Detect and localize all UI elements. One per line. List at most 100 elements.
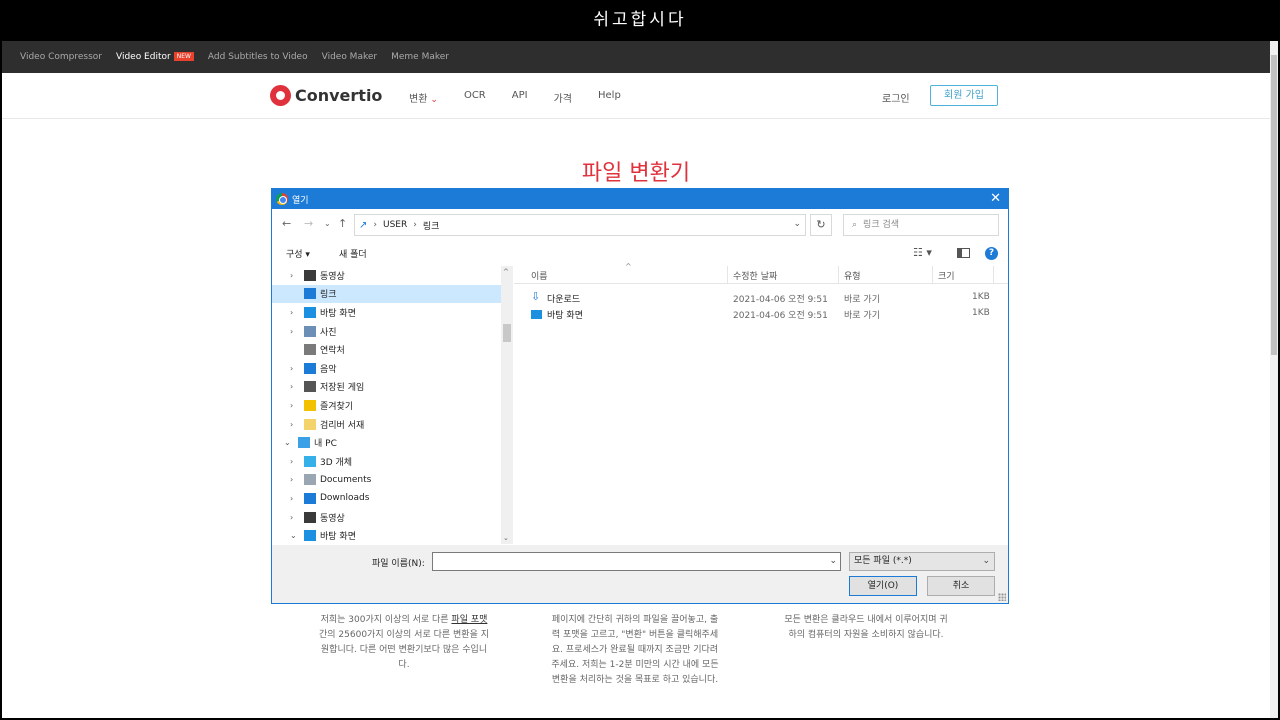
scroll-up-icon[interactable]: ^	[503, 268, 509, 276]
promo-add-subtitles[interactable]: Add Subtitles to Video	[208, 52, 308, 62]
column-date[interactable]: 수정한 날짜	[733, 269, 777, 282]
promo-video-editor[interactable]: Video Editor NEW	[116, 52, 194, 62]
chevron-right-icon[interactable]: ›	[290, 327, 293, 336]
page-scrollbar-thumb[interactable]	[1271, 55, 1277, 355]
page-scrollbar[interactable]	[1270, 41, 1278, 718]
3d-icon	[304, 455, 316, 467]
search-input[interactable]: ⌕ 링크 검색	[843, 214, 999, 236]
file-size: 1KB	[972, 308, 990, 318]
tree-item[interactable]: › 3D 개체	[272, 452, 513, 471]
column-divider[interactable]	[727, 266, 728, 284]
chevron-right-icon[interactable]: ›	[290, 271, 293, 280]
tree-item[interactable]: ⌄ 내 PC	[272, 433, 513, 452]
organize-button[interactable]: 구성 ▾	[286, 247, 310, 260]
forward-arrow-icon[interactable]: →	[304, 217, 313, 230]
chevron-right-icon[interactable]: ›	[290, 420, 293, 429]
chevron-down-icon[interactable]: ⌄	[284, 438, 291, 447]
preview-pane-icon[interactable]	[957, 248, 970, 258]
convertio-logo[interactable]: Convertio	[270, 85, 382, 106]
file-row[interactable]: 바탕 화면 2021-04-06 오전 9:51 바로 가기 1KB	[514, 306, 1008, 322]
logo-text: Convertio	[295, 86, 383, 105]
up-arrow-icon[interactable]: ↑	[338, 217, 347, 230]
chevron-down-icon[interactable]: ⌄	[793, 219, 801, 229]
promo-video-maker[interactable]: Video Maker	[322, 52, 378, 62]
tree-scrollbar-thumb[interactable]	[503, 324, 511, 342]
tree-item[interactable]: › 사진	[272, 322, 513, 341]
filename-input[interactable]: ⌄	[432, 552, 841, 571]
tree-item[interactable]: › Downloads	[272, 489, 513, 508]
file-type-filter[interactable]: 모든 파일 (*.*) ⌄	[849, 552, 995, 571]
chevron-right-icon[interactable]: ›	[290, 382, 293, 391]
tree-item[interactable]: 연락처	[272, 340, 513, 359]
help-icon[interactable]: ?	[985, 247, 998, 260]
promo-meme-maker[interactable]: Meme Maker	[391, 52, 449, 62]
close-icon[interactable]: ✕	[990, 191, 1001, 206]
scroll-down-icon[interactable]: ⌄	[503, 534, 509, 542]
file-list-header: 이름 ^ 수정한 날짜 유형 크기	[514, 262, 1008, 284]
desktop-shortcut-icon	[531, 310, 542, 319]
tree-item[interactable]: › 동영상	[272, 508, 513, 527]
desktop-icon	[304, 530, 316, 542]
pictures-icon	[304, 325, 316, 337]
chevron-right-icon[interactable]: ›	[290, 494, 293, 503]
breadcrumb-user[interactable]: USER	[383, 220, 407, 230]
column-divider[interactable]	[932, 266, 933, 284]
tree-item[interactable]: › 음악	[272, 359, 513, 378]
nav-pricing[interactable]: 가격	[554, 90, 572, 105]
file-row[interactable]: ⇩ 다운로드 2021-04-06 오전 9:51 바로 가기 1KB	[514, 290, 1008, 306]
tree-item-label: 내 PC	[314, 439, 337, 450]
file-formats-link[interactable]: 파일 포맷	[451, 615, 487, 625]
chevron-right-icon[interactable]: ›	[290, 513, 293, 522]
tree-item[interactable]: › 바탕 화면	[272, 303, 513, 322]
tree-item-label: 사진	[320, 327, 337, 338]
column-divider[interactable]	[838, 266, 839, 284]
promo-video-compressor[interactable]: Video Compressor	[20, 52, 102, 62]
games-icon	[304, 381, 316, 393]
file-type: 바로 가기	[844, 311, 880, 321]
login-link[interactable]: 로그인	[882, 90, 910, 105]
sort-ascending-icon: ^	[625, 262, 632, 271]
address-row: ← → ⌄ ↑ ↗ › USER › 링크 ⌄ ↻ ⌕ 링크 검색	[272, 214, 1008, 236]
tree-item[interactable]: › 즐겨찾기	[272, 396, 513, 415]
chevron-right-icon[interactable]: ›	[290, 364, 293, 373]
column-type[interactable]: 유형	[844, 269, 861, 282]
tree-item[interactable]: › 동영상	[272, 266, 513, 285]
address-bar[interactable]: ↗ › USER › 링크 ⌄	[354, 214, 806, 236]
tree-item[interactable]: ⌄ 바탕 화면	[272, 526, 513, 544]
resize-grip-icon[interactable]	[998, 593, 1006, 601]
chevron-down-icon[interactable]: ⌄	[290, 531, 297, 540]
open-button[interactable]: 열기(O)	[849, 576, 917, 596]
file-date: 2021-04-06 오전 9:51	[733, 311, 828, 321]
tree-item[interactable]: › 저장된 게임	[272, 378, 513, 397]
video-icon	[304, 269, 316, 281]
file-name: 다운로드	[547, 295, 581, 305]
nav-help[interactable]: Help	[598, 90, 621, 105]
column-name[interactable]: 이름	[531, 269, 548, 282]
column-divider[interactable]	[993, 266, 994, 284]
refresh-icon[interactable]: ↻	[810, 214, 832, 236]
breadcrumb-separator-icon: ›	[373, 220, 377, 230]
column-size[interactable]: 크기	[938, 269, 955, 282]
tree-item[interactable]: › Documents	[272, 471, 513, 490]
chevron-down-icon[interactable]: ⌄	[829, 556, 837, 566]
breadcrumb-links[interactable]: 링크	[423, 219, 440, 232]
chevron-right-icon[interactable]: ›	[290, 401, 293, 410]
chevron-right-icon[interactable]: ›	[290, 457, 293, 466]
signup-button[interactable]: 회원 가입	[930, 85, 998, 106]
tree-item[interactable]: 링크	[272, 284, 513, 304]
recent-dropdown-icon[interactable]: ⌄	[324, 219, 331, 228]
feature-cloud: 모든 변환은 클라우드 내에서 이루어지며 귀하의 컴퓨터의 자원을 소비하지 …	[784, 615, 948, 640]
tree-item-label: 바탕 화면	[320, 532, 356, 543]
chevron-right-icon[interactable]: ›	[290, 308, 293, 317]
cancel-button[interactable]: 취소	[927, 576, 995, 596]
nav-api[interactable]: API	[512, 90, 528, 105]
back-arrow-icon[interactable]: ←	[282, 217, 291, 230]
view-options-icon[interactable]: ☷ ▾	[913, 246, 932, 259]
tree-scrollbar[interactable]: ^ ⌄	[501, 266, 513, 544]
nav-ocr[interactable]: OCR	[464, 90, 486, 105]
chevron-right-icon[interactable]: ›	[290, 475, 293, 484]
tree-item[interactable]: › 검리버 서재	[272, 415, 513, 434]
new-folder-button[interactable]: 새 폴더	[339, 247, 367, 260]
nav-convert[interactable]: 변환 ⌄	[409, 90, 438, 105]
main-nav: Convertio 변환 ⌄ OCR API 가격 Help 로그인 회원 가입	[2, 73, 1278, 119]
